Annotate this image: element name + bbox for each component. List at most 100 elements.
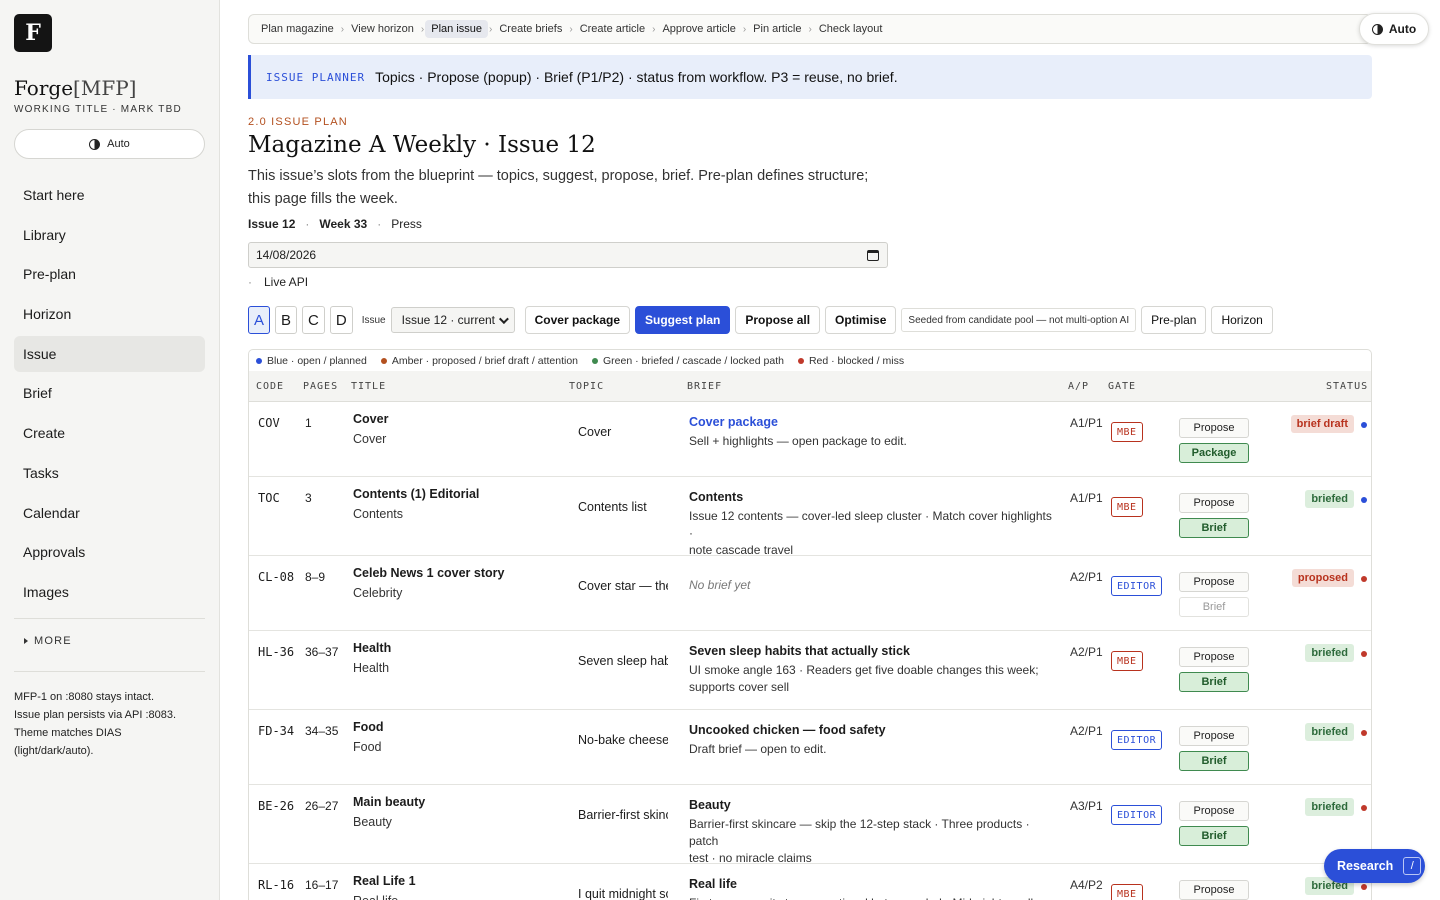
issue-select-label: Issue xyxy=(361,314,386,326)
legend-label: Blue · open / planned xyxy=(267,354,367,367)
contrast-icon xyxy=(89,138,101,150)
option-c-button[interactable]: C xyxy=(302,306,325,334)
brief-title[interactable]: Cover package xyxy=(689,415,778,429)
brief-line: Barrier-first skincare — skip the 12-ste… xyxy=(689,817,1030,848)
propose-button[interactable]: Propose xyxy=(1179,801,1249,821)
brief-line: First-person quit story · emotional but … xyxy=(689,895,1054,900)
gate-badge: MBE xyxy=(1111,497,1143,517)
breadcrumb-item[interactable]: Check layout xyxy=(813,20,889,38)
sidebar-item-approvals[interactable]: Approvals xyxy=(14,534,205,570)
brief-title: Contents xyxy=(689,490,744,504)
breadcrumb-item[interactable]: Create briefs xyxy=(493,20,568,38)
sidebar-item-horizon[interactable]: Horizon xyxy=(14,296,205,332)
option-b-button[interactable]: B xyxy=(275,306,298,334)
slot-title: Cover xyxy=(353,412,389,426)
sidebar-item-calendar[interactable]: Calendar xyxy=(14,495,205,531)
shortcut-key: / xyxy=(1403,857,1422,875)
col-code: CODE xyxy=(256,381,285,392)
slot-title: Health xyxy=(353,641,392,655)
calendar-icon[interactable] xyxy=(867,249,879,261)
brief-button[interactable]: Brief xyxy=(1179,672,1249,692)
propose-button[interactable]: Propose xyxy=(1179,572,1249,592)
contrast-icon xyxy=(1371,23,1383,35)
brief-button[interactable]: Brief xyxy=(1179,826,1249,846)
issue-select[interactable]: Issue 12 · current xyxy=(390,307,515,333)
col-ap: A/P xyxy=(1068,381,1090,392)
status-dot-icon xyxy=(1361,805,1367,811)
brief-line: supports cover sell xyxy=(689,680,790,694)
more-toggle[interactable]: MORE xyxy=(14,635,205,647)
sidebar-item-images[interactable]: Images xyxy=(14,574,205,610)
slot-code: FD-34 xyxy=(258,724,295,738)
plan-toolbar: ABCD Issue Issue 12 · current Cover pack… xyxy=(248,305,1273,335)
slot-topic[interactable]: I quit midnight sc xyxy=(578,887,668,900)
slot-topic[interactable]: Contents list xyxy=(578,500,668,514)
brief-line: Issue 12 contents — cover-led sleep clus… xyxy=(689,509,1052,540)
sidebar-item-label: Library xyxy=(23,226,66,243)
brief-line: UI smoke angle 163 · Readers get five do… xyxy=(689,663,1039,677)
theme-toggle-button[interactable]: Auto xyxy=(14,129,205,159)
slot-topic[interactable]: Cover star — the xyxy=(578,579,668,593)
brief-summary: Issue 12 contents — cover-led sleep clus… xyxy=(689,508,1054,559)
legend-label: Amber · proposed / brief draft / attenti… xyxy=(391,354,579,367)
logo[interactable]: F xyxy=(14,14,52,52)
propose-button[interactable]: Propose xyxy=(1179,647,1249,667)
propose-all-button[interactable]: Propose all xyxy=(735,306,821,334)
caret-right-icon xyxy=(24,637,28,644)
slot-pages: 26–27 xyxy=(305,799,339,813)
legend-item: Green · briefed / cascade / locked path xyxy=(592,355,784,367)
gate-badge: EDITOR xyxy=(1111,576,1163,596)
issue-meta: Issue 12 · Week 33 · Press xyxy=(248,217,422,231)
separator: · xyxy=(377,217,382,231)
sidebar-item-library[interactable]: Library xyxy=(14,217,205,253)
option-d-button[interactable]: D xyxy=(329,306,353,334)
sidebar-item-label: Pre-plan xyxy=(23,266,76,283)
breadcrumb-item[interactable]: View horizon xyxy=(345,20,420,38)
sidebar-item-create[interactable]: Create xyxy=(14,415,205,451)
sidebar-item-tasks[interactable]: Tasks xyxy=(14,455,205,491)
propose-button[interactable]: Propose xyxy=(1179,418,1249,438)
slot-topic[interactable]: No-bake cheesec xyxy=(578,733,668,747)
breadcrumb-item[interactable]: Pin article xyxy=(747,20,807,38)
theme-pill-button[interactable]: Auto xyxy=(1359,13,1429,45)
option-a-button[interactable]: A xyxy=(248,306,271,334)
slot-code: RL-16 xyxy=(258,878,295,892)
brief-button[interactable]: Brief xyxy=(1179,518,1249,538)
status-dot-icon xyxy=(797,357,804,364)
slot-topic[interactable]: Seven sleep habi xyxy=(578,654,668,668)
suggest-plan-button[interactable]: Suggest plan xyxy=(635,306,731,334)
sidebar-item-brief[interactable]: Brief xyxy=(14,375,205,411)
press-date-input[interactable]: 14/08/2026 xyxy=(248,242,888,268)
breadcrumb-item[interactable]: Approve article xyxy=(656,20,741,38)
status-dot-icon xyxy=(380,357,387,364)
slot-pages: 3 xyxy=(305,491,312,505)
legend-label: Green · briefed / cascade / locked path xyxy=(603,354,784,367)
slot-topic[interactable]: Cover xyxy=(578,425,668,439)
table-row: BE-26 26–27 Main beauty Beauty Barrier-first… xyxy=(249,785,1371,865)
breadcrumb-item[interactable]: Plan magazine xyxy=(255,20,340,38)
preplan-button[interactable]: Pre-plan xyxy=(1141,306,1207,334)
breadcrumb-item[interactable]: Create article xyxy=(574,20,651,38)
sidebar-item-issue[interactable]: Issue xyxy=(14,335,205,372)
package-button[interactable]: Package xyxy=(1179,443,1249,463)
cover-package-button[interactable]: Cover package xyxy=(524,306,631,334)
optimise-button[interactable]: Optimise xyxy=(825,306,897,334)
breadcrumb-item[interactable]: Plan issue xyxy=(425,20,489,38)
propose-button[interactable]: Propose xyxy=(1179,726,1249,746)
slot-code: CL-08 xyxy=(258,570,295,584)
option-group: ABCD xyxy=(248,306,353,334)
propose-button[interactable]: Propose xyxy=(1179,493,1249,513)
research-label: Research xyxy=(1337,859,1394,873)
brief-button[interactable]: Brief xyxy=(1179,751,1249,771)
propose-button[interactable]: Propose xyxy=(1179,880,1249,900)
sidebar-item-pre-plan[interactable]: Pre-plan xyxy=(14,256,205,292)
gate-badge: EDITOR xyxy=(1111,805,1163,825)
slot-topic[interactable]: Barrier-first skinc xyxy=(578,808,668,822)
horizon-button[interactable]: Horizon xyxy=(1211,306,1273,334)
sidebar-item-start-here[interactable]: Start here xyxy=(14,177,205,213)
chevron-right-icon: › xyxy=(808,23,812,35)
status-badge: briefed xyxy=(1305,644,1354,662)
research-button[interactable]: Research / xyxy=(1324,849,1425,883)
status-dot-icon xyxy=(1361,730,1367,736)
table-body: COV 1 Cover Cover Cover Cover package Sell + h… xyxy=(249,402,1371,900)
